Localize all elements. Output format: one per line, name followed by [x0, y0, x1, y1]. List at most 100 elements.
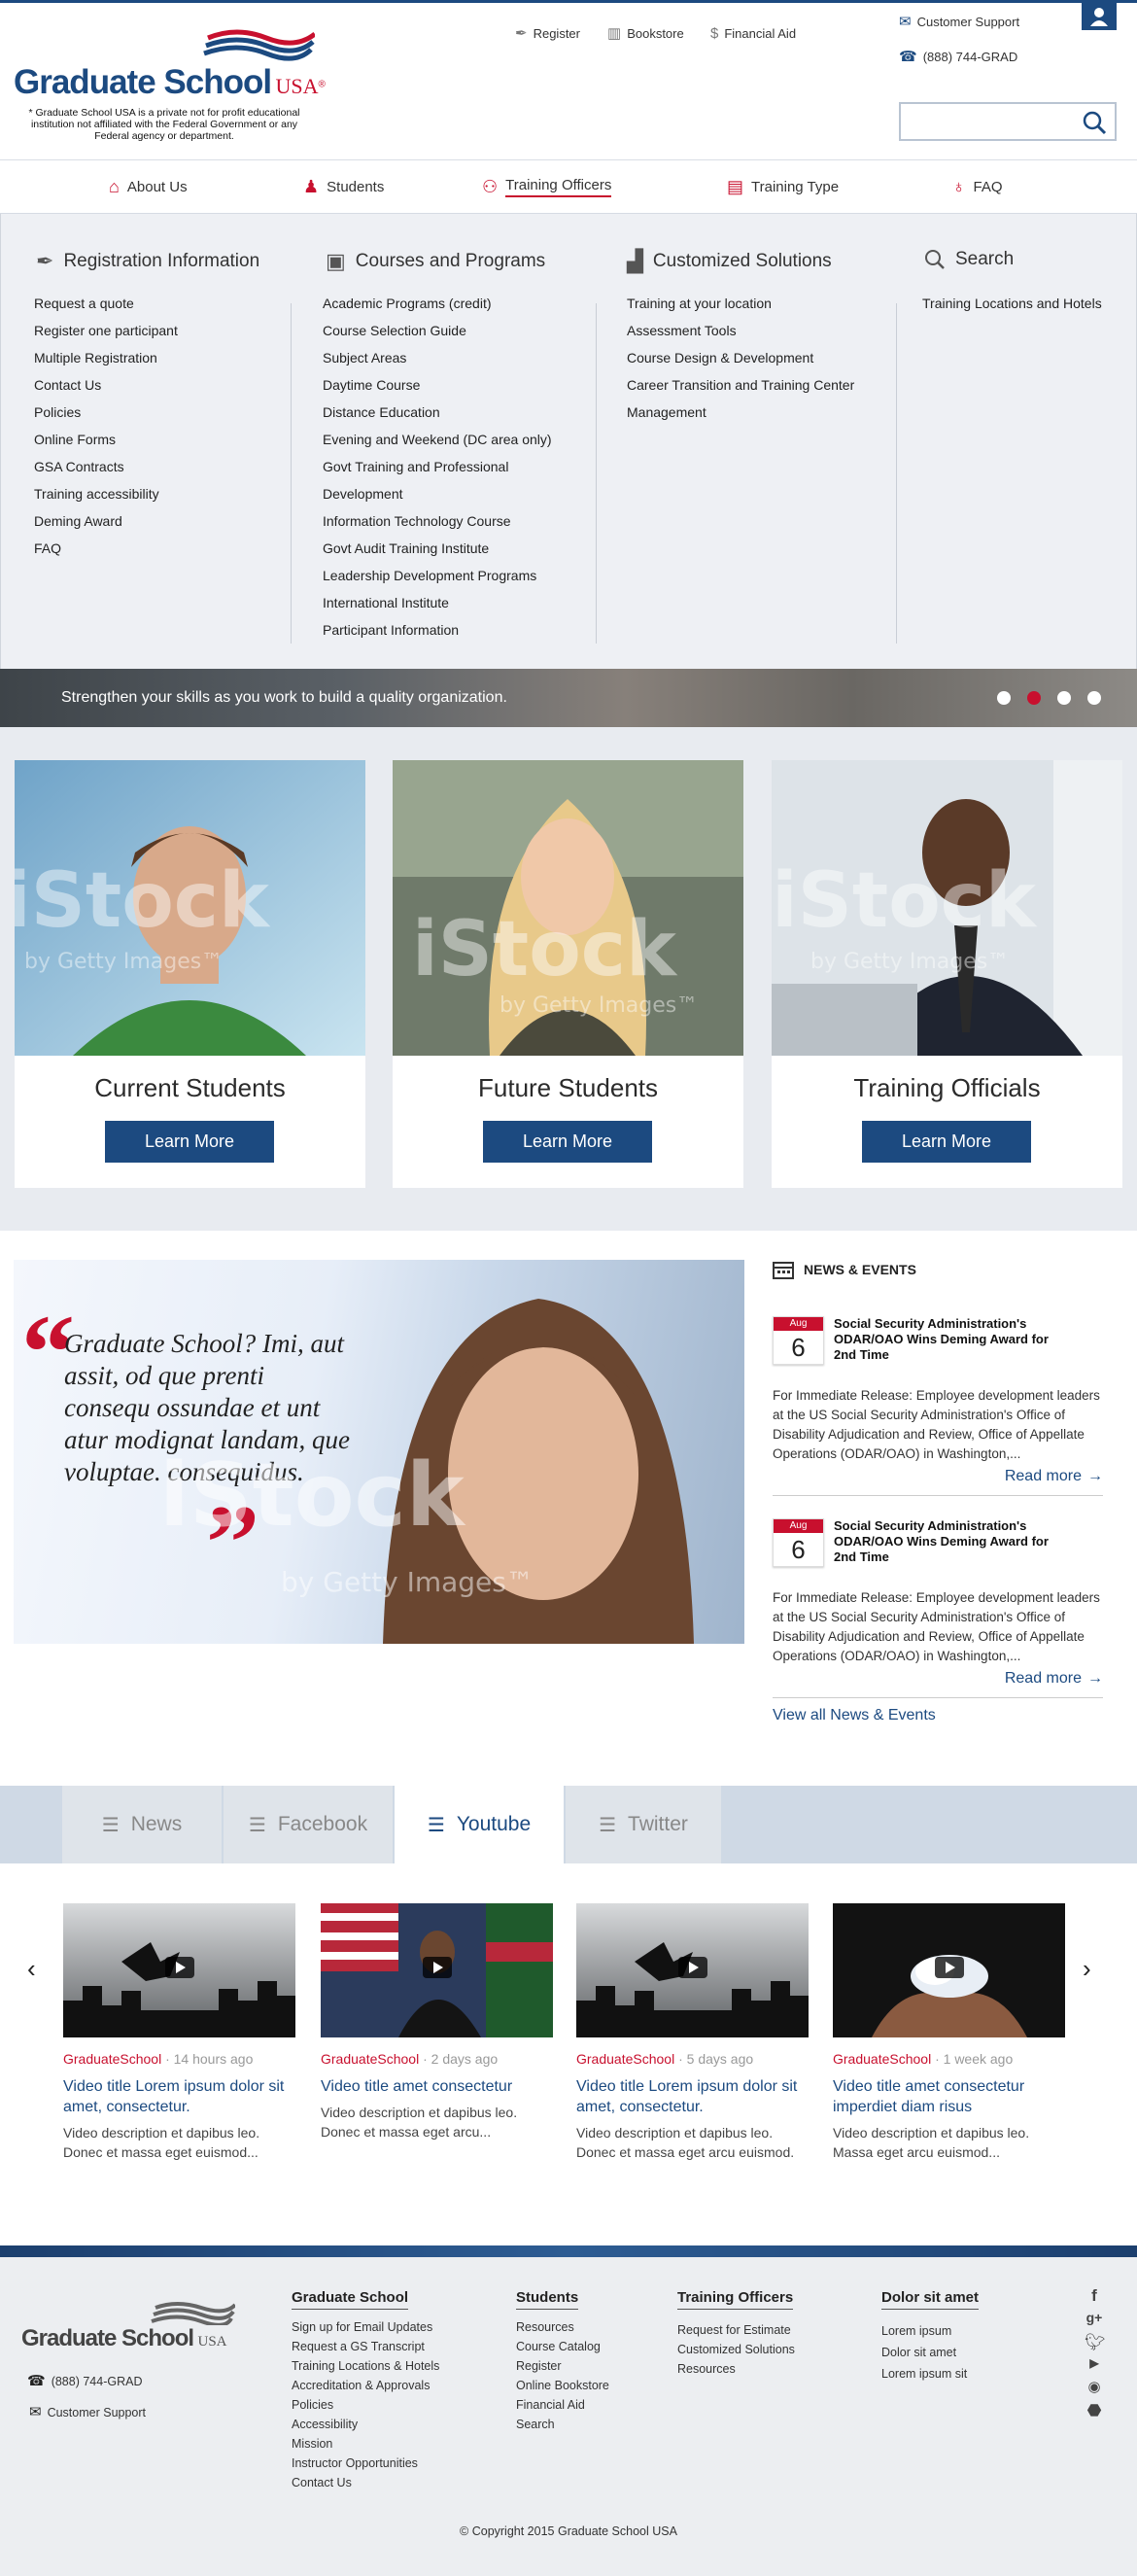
- footer-link[interactable]: Request for Estimate: [677, 2320, 795, 2340]
- footer-link[interactable]: Accreditation & Approvals: [292, 2376, 439, 2395]
- learn-more-button[interactable]: Learn More: [105, 1121, 274, 1163]
- video-card[interactable]: GraduateSchool · 2 days ago Video title …: [321, 1903, 553, 2141]
- slide-dot[interactable]: [1087, 691, 1101, 705]
- mega-link[interactable]: Distance Education: [323, 399, 552, 426]
- video-card[interactable]: GraduateSchool · 1 week ago Video title …: [833, 1903, 1065, 2162]
- read-more-link[interactable]: Read more →: [1005, 1468, 1103, 1485]
- mega-link[interactable]: Participant Information: [323, 616, 552, 644]
- tab-news[interactable]: ☰ News: [62, 1786, 222, 1863]
- footer-link[interactable]: Course Catalog: [516, 2337, 609, 2356]
- footer-link[interactable]: Training Locations & Hotels: [292, 2356, 439, 2376]
- mega-link[interactable]: Course Design & Development: [627, 344, 854, 371]
- footer-link[interactable]: Financial Aid: [516, 2395, 609, 2415]
- bookstore-link[interactable]: ▥ Bookstore: [607, 26, 684, 41]
- view-all-news-link[interactable]: View all News & Events: [773, 1707, 936, 1724]
- footer-link[interactable]: Lorem ipsum: [881, 2320, 967, 2342]
- mega-link[interactable]: Govt Training and Professional: [323, 453, 552, 480]
- mega-link[interactable]: Online Forms: [34, 426, 178, 453]
- learn-more-button[interactable]: Learn More: [483, 1121, 652, 1163]
- footer-link[interactable]: Register: [516, 2356, 609, 2376]
- video-thumbnail[interactable]: [833, 1903, 1065, 2037]
- slide-dot[interactable]: [997, 691, 1011, 705]
- video-card[interactable]: GraduateSchool · 14 hours ago Video titl…: [63, 1903, 295, 2162]
- video-title[interactable]: Video title Lorem ipsum dolor sit amet, …: [63, 2076, 295, 2117]
- footer-link[interactable]: Online Bookstore: [516, 2376, 609, 2395]
- search-icon[interactable]: [1082, 110, 1107, 135]
- financial-aid-link[interactable]: $ Financial Aid: [710, 26, 796, 41]
- footer-link[interactable]: Accessibility: [292, 2415, 439, 2434]
- carousel-prev-arrow[interactable]: ‹: [27, 1954, 36, 1984]
- video-source[interactable]: GraduateSchool: [576, 2051, 674, 2067]
- rss-icon[interactable]: ◉: [1085, 2378, 1104, 2395]
- mega-link[interactable]: Management: [627, 399, 854, 426]
- nav-about-us[interactable]: ⌂ About Us: [109, 177, 188, 197]
- mega-link[interactable]: Career Transition and Training Center: [627, 371, 854, 399]
- learn-more-button[interactable]: Learn More: [862, 1121, 1031, 1163]
- phone-link[interactable]: ☎ (888) 744-GRAD: [899, 50, 1017, 64]
- video-title[interactable]: Video title amet consectetur imperdiet d…: [833, 2076, 1065, 2117]
- twitter-icon[interactable]: 🐦︎: [1085, 2333, 1106, 2352]
- nav-faq[interactable]: ♁ FAQ: [952, 177, 1003, 197]
- search-input[interactable]: [899, 102, 1117, 141]
- nav-training-officers[interactable]: ⚇ Training Officers: [482, 177, 612, 197]
- mega-link[interactable]: Leadership Development Programs: [323, 562, 552, 589]
- video-source[interactable]: GraduateSchool: [321, 2051, 419, 2067]
- mega-link[interactable]: Policies: [34, 399, 178, 426]
- footer-link[interactable]: Resources: [677, 2359, 795, 2379]
- play-icon[interactable]: [165, 1957, 194, 1978]
- video-source[interactable]: GraduateSchool: [63, 2051, 161, 2067]
- mega-link[interactable]: Assessment Tools: [627, 317, 854, 344]
- mega-link[interactable]: Training Locations and Hotels: [922, 290, 1102, 317]
- mega-link[interactable]: Multiple Registration: [34, 344, 178, 371]
- nav-students[interactable]: ♟ Students: [303, 177, 384, 197]
- mega-link[interactable]: GSA Contracts: [34, 453, 178, 480]
- mega-link[interactable]: Development: [323, 480, 552, 507]
- youtube-icon[interactable]: ▶: [1085, 2356, 1104, 2370]
- tab-youtube[interactable]: ☰ Youtube: [395, 1786, 564, 1863]
- play-icon[interactable]: [678, 1957, 707, 1978]
- nav-training-type[interactable]: ▤ Training Type: [727, 177, 839, 197]
- footer-phone[interactable]: ☎ (888) 744-GRAD: [27, 2374, 142, 2388]
- user-account-button[interactable]: [1082, 3, 1117, 30]
- footer-link[interactable]: Instructor Opportunities: [292, 2454, 439, 2473]
- mega-link[interactable]: FAQ: [34, 535, 178, 562]
- footer-link[interactable]: Request a GS Transcript: [292, 2337, 439, 2356]
- footer-link[interactable]: Customized Solutions: [677, 2340, 795, 2359]
- play-icon[interactable]: [935, 1957, 964, 1978]
- tab-twitter[interactable]: ☰ Twitter: [566, 1786, 721, 1863]
- mega-link[interactable]: Training accessibility: [34, 480, 178, 507]
- mega-link[interactable]: Academic Programs (credit): [323, 290, 552, 317]
- customer-support-link[interactable]: ✉ Customer Support: [899, 15, 1019, 29]
- footer-customer-support[interactable]: ✉ Customer Support: [29, 2405, 146, 2419]
- video-thumbnail[interactable]: [63, 1903, 295, 2037]
- mega-link[interactable]: International Institute: [323, 589, 552, 616]
- video-card[interactable]: GraduateSchool · 5 days ago Video title …: [576, 1903, 809, 2162]
- mega-link[interactable]: Register one participant: [34, 317, 178, 344]
- footer-link[interactable]: Mission: [292, 2434, 439, 2454]
- video-title[interactable]: Video title amet consectetur: [321, 2076, 553, 2097]
- slide-dot-active[interactable]: [1027, 691, 1041, 705]
- footer-link[interactable]: Search: [516, 2415, 609, 2434]
- footer-link[interactable]: Lorem ipsum sit: [881, 2363, 967, 2385]
- carousel-next-arrow[interactable]: ›: [1083, 1954, 1091, 1984]
- mega-link[interactable]: Information Technology Course: [323, 507, 552, 535]
- read-more-link[interactable]: Read more →: [1005, 1670, 1103, 1688]
- play-icon[interactable]: [423, 1957, 452, 1978]
- android-icon[interactable]: ⬣: [1085, 2401, 1104, 2420]
- google-plus-icon[interactable]: g+: [1085, 2310, 1104, 2325]
- footer-link[interactable]: Dolor sit amet: [881, 2342, 967, 2363]
- video-thumbnail[interactable]: [321, 1903, 553, 2037]
- video-title[interactable]: Video title Lorem ipsum dolor sit amet, …: [576, 2076, 809, 2117]
- mega-link[interactable]: Contact Us: [34, 371, 178, 399]
- mega-link[interactable]: Request a quote: [34, 290, 178, 317]
- mega-link[interactable]: Daytime Course: [323, 371, 552, 399]
- footer-link[interactable]: Sign up for Email Updates: [292, 2317, 439, 2337]
- slide-dot[interactable]: [1057, 691, 1071, 705]
- register-link[interactable]: ✒ Register: [515, 26, 580, 41]
- mega-link[interactable]: Course Selection Guide: [323, 317, 552, 344]
- mega-link[interactable]: Subject Areas: [323, 344, 552, 371]
- video-thumbnail[interactable]: [576, 1903, 809, 2037]
- video-source[interactable]: GraduateSchool: [833, 2051, 931, 2067]
- mega-link[interactable]: Training at your location: [627, 290, 854, 317]
- footer-link[interactable]: Policies: [292, 2395, 439, 2415]
